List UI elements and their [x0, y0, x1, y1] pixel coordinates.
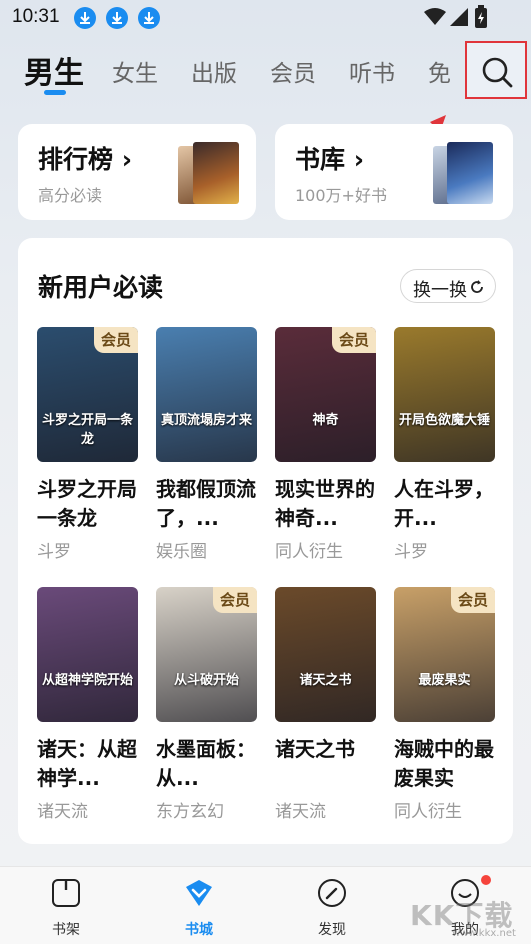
category-tabs: 男生 女生 出版 会员 听书 免: [0, 48, 531, 98]
nav-bookshelf-label: 书架: [52, 922, 80, 938]
vip-badge: 会员: [213, 587, 257, 613]
book-title: 人在斗罗，开...: [394, 477, 494, 530]
nav-discover[interactable]: 发现: [292, 867, 372, 944]
book-title: 斗罗之开局一条龙: [37, 477, 137, 530]
status-time: 10:31: [12, 6, 60, 27]
ranking-entry[interactable]: 排行榜 › 高分必读: [18, 124, 256, 220]
discover-icon: [318, 879, 346, 907]
search-icon: [482, 57, 513, 88]
vip-badge: 会员: [451, 587, 495, 613]
tab-free[interactable]: 免: [428, 54, 451, 88]
status-bar: 10:31: [0, 0, 531, 36]
ranking-subtitle: 高分必读: [38, 186, 103, 205]
book-category: 斗罗: [37, 542, 71, 562]
download-icon: [74, 7, 96, 29]
book-cover[interactable]: 斗罗之开局一条龙 会员: [37, 327, 138, 462]
book-cover-text: 开局色欲魔大锤: [398, 413, 490, 428]
tab-vip[interactable]: 会员: [270, 54, 316, 88]
watermark-url: www.kkx.net: [452, 928, 516, 939]
search-button[interactable]: [465, 41, 527, 99]
book-title: 我都假顶流了，...: [156, 477, 256, 530]
book-cover[interactable]: 从斗破开始 会员: [156, 587, 257, 722]
book-cover-text: 真顶流塌房才来: [160, 413, 252, 428]
tab-audiobook[interactable]: 听书: [349, 54, 395, 88]
refresh-icon: [471, 280, 483, 293]
download-icon: [138, 7, 160, 29]
ranking-title: 排行榜 ›: [38, 145, 133, 174]
book-title: 诸天：从超神学...: [37, 737, 137, 790]
library-title: 书库 ›: [295, 145, 365, 174]
book-cover-text: 从超神学院开始: [41, 673, 133, 688]
book-title: 现实世界的神奇...: [275, 477, 375, 530]
book-title: 诸天之书: [275, 737, 355, 761]
notification-dot: [481, 875, 491, 885]
book-cover-text: 从斗破开始: [173, 673, 239, 688]
book-title: 水墨面板：从...: [156, 737, 256, 790]
battery-icon: [475, 5, 487, 28]
ranking-cover-front: [193, 142, 239, 204]
refresh-label: 换一换: [413, 280, 467, 301]
bookstore-icon: [186, 880, 212, 906]
book-cover[interactable]: 从超神学院开始: [37, 587, 138, 722]
nav-bookshelf[interactable]: 书架: [26, 867, 106, 944]
tab-publish[interactable]: 出版: [191, 54, 237, 88]
book-cover[interactable]: 最废果实 会员: [394, 587, 495, 722]
library-entry[interactable]: 书库 › 100万+好书: [275, 124, 513, 220]
new-user-panel: 新用户必读 换一换 斗罗之开局一条龙 会员 斗罗之开局一条龙 斗罗 真顶流塌房才来 我都假…: [18, 238, 513, 844]
book-cover[interactable]: 真顶流塌房才来: [156, 327, 257, 462]
nav-discover-label: 发现: [318, 922, 346, 938]
refresh-button[interactable]: 换一换: [400, 269, 496, 303]
book-category: 诸天流: [275, 802, 326, 822]
book-category: 东方玄幻: [156, 802, 224, 822]
book-category: 同人衍生: [275, 542, 343, 562]
active-tab-indicator: [44, 90, 66, 95]
book-cover[interactable]: 开局色欲魔大锤: [394, 327, 495, 462]
nav-bookstore-label: 书城: [185, 922, 213, 938]
book-cover[interactable]: 诸天之书: [275, 587, 376, 722]
library-cover-front: [447, 142, 493, 204]
book-title: 海贼中的最废果实: [394, 737, 494, 790]
tab-male[interactable]: 男生: [24, 48, 84, 92]
book-category: 诸天流: [37, 802, 88, 822]
nav-bookstore[interactable]: 书城: [159, 867, 239, 944]
book-cover[interactable]: 神奇 会员: [275, 327, 376, 462]
book-category: 同人衍生: [394, 802, 462, 822]
library-subtitle: 100万+好书: [295, 186, 387, 205]
book-cover-text: 神奇: [312, 413, 339, 428]
download-icon: [106, 7, 128, 29]
book-cover-text: 最废果实: [418, 673, 471, 688]
book-category: 斗罗: [394, 542, 428, 562]
signal-icon: [450, 8, 468, 26]
panel-title: 新用户必读: [38, 273, 164, 302]
book-cover-text: 诸天之书: [299, 673, 352, 688]
tab-female[interactable]: 女生: [112, 54, 158, 88]
wifi-icon: [424, 8, 446, 25]
book-cover-text: 斗罗之开局一条龙: [41, 413, 133, 447]
bookshelf-icon: [52, 879, 80, 907]
book-category: 娱乐圈: [156, 542, 207, 562]
vip-badge: 会员: [94, 327, 138, 353]
vip-badge: 会员: [332, 327, 376, 353]
